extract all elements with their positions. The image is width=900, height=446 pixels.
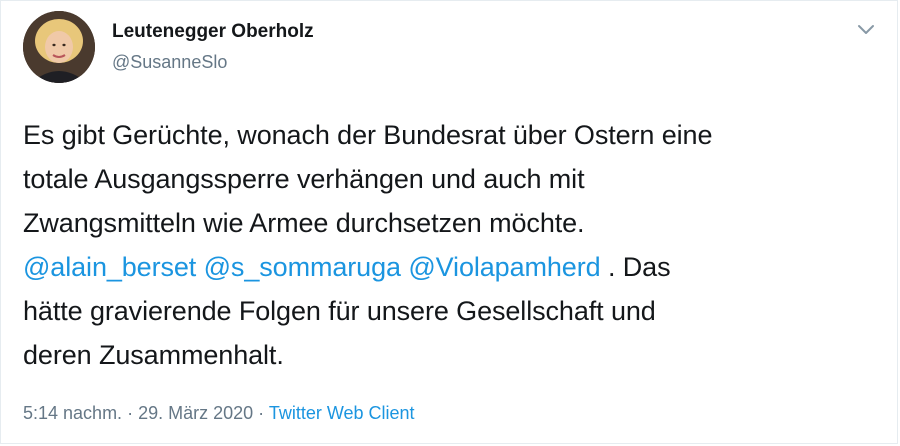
tweet-time[interactable]: 5:14 nachm. — [23, 403, 122, 423]
mention-link[interactable]: @Violapamherd — [408, 252, 600, 282]
meta-separator: · — [253, 403, 269, 423]
tweet-text-line: hätte gravierende Folgen für unsere Gese… — [23, 296, 656, 326]
tweet-text-line: deren Zusammenhalt. — [23, 340, 284, 370]
mention-link[interactable]: @s_sommaruga — [204, 252, 401, 282]
tweet-text-fragment: . Das — [600, 252, 671, 282]
source-link[interactable]: Twitter Web Client — [269, 403, 415, 423]
meta-separator: · — [122, 403, 139, 423]
tweet-text: Es gibt Gerüchte, wonach der Bundesrat ü… — [23, 113, 883, 377]
tweet-text-line-mentions: @alain_berset @s_sommaruga @Violapamherd… — [23, 245, 883, 289]
chevron-down-icon[interactable] — [856, 23, 876, 37]
tweet-date[interactable]: 29. März 2020 — [138, 403, 253, 423]
tweet-card: Leutenegger Oberholz @SusanneSlo Es gibt… — [0, 0, 898, 444]
tweet-text-line: Es gibt Gerüchte, wonach der Bundesrat ü… — [23, 120, 713, 150]
tweet-text-line: totale Ausgangssperre verhängen und auch… — [23, 164, 585, 194]
author-name[interactable]: Leutenegger Oberholz — [112, 21, 314, 43]
author-handle[interactable]: @SusanneSlo — [112, 52, 227, 73]
tweet-meta: 5:14 nachm. · 29. März 2020 · Twitter We… — [23, 403, 415, 424]
mention-link[interactable]: @alain_berset — [23, 252, 196, 282]
avatar[interactable] — [23, 11, 95, 83]
tweet-text-line: Zwangsmitteln wie Armee durchsetzen möch… — [23, 208, 585, 238]
